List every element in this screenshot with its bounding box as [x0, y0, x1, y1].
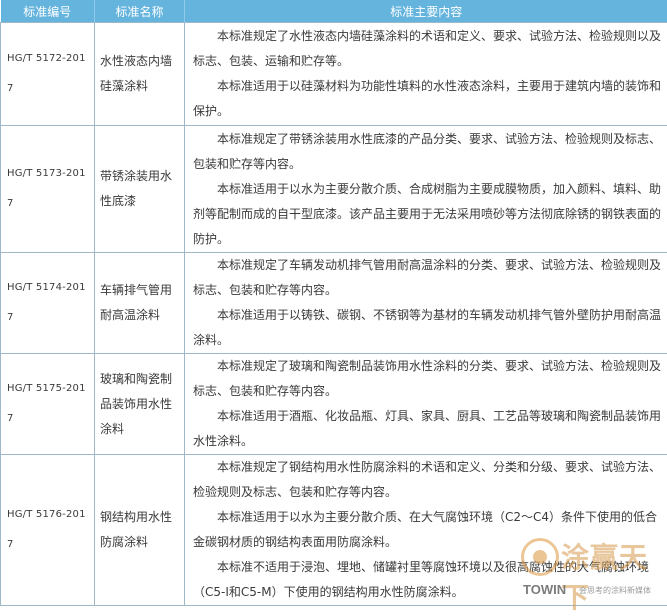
table-header-row: 标准编号 标准名称 标准主要内容 [1, 0, 667, 23]
content-paragraph: 本标准适用于以硅藻材料为功能性填料的水性液态涂料，主要用于建筑内墙的装饰和保护。 [193, 74, 661, 124]
content-paragraph: 本标准适用于以水为主要分散介质、合成树脂为主要成膜物质，加入颜料、填料、助剂等配… [193, 177, 661, 252]
standard-name: 钢结构用水性防腐涂料 [95, 455, 185, 606]
table-row: HG/T 5175-2017 玻璃和陶瓷制品装饰用水性涂料 本标准规定了玻璃和陶… [1, 354, 667, 455]
content-paragraph: 本标准适用于以水为主要分散介质、在大气腐蚀环境（C2～C4）条件下使用的低合金碳… [193, 505, 661, 555]
standard-content: 本标准规定了带锈涂装用水性底漆的产品分类、要求、试验方法、检验规则及标志、包装和… [185, 126, 667, 253]
content-paragraph: 本标准适用于以铸铁、碳钢、不锈钢等为基材的车辆发动机排气管外壁防护用耐高温涂料。 [193, 303, 661, 353]
table-row: HG/T 5174-2017 车辆排气管用耐高温涂料 本标准规定了车辆发动机排气… [1, 253, 667, 354]
content-paragraph: 本标准规定了水性液态内墙硅藻涂料的术语和定义、要求、试验方法、检验规则以及标志、… [193, 24, 661, 74]
standard-code: HG/T 5173-2017 [1, 126, 95, 253]
standard-code: HG/T 5172-2017 [1, 23, 95, 126]
table-row: HG/T 5173-2017 带锈涂装用水性底漆 本标准规定了带锈涂装用水性底漆… [1, 126, 667, 253]
standard-content: 本标准规定了钢结构用水性防腐涂料的术语和定义、分类和分级、要求、试验方法、检验规… [185, 455, 667, 606]
table-row: HG/T 5176-2017 钢结构用水性防腐涂料 本标准规定了钢结构用水性防腐… [1, 455, 667, 606]
standard-name: 带锈涂装用水性底漆 [95, 126, 185, 253]
standard-code: HG/T 5176-2017 [1, 455, 95, 606]
header-standard-code: 标准编号 [1, 0, 95, 23]
standard-content: 本标准规定了水性液态内墙硅藻涂料的术语和定义、要求、试验方法、检验规则以及标志、… [185, 23, 667, 126]
content-paragraph: 本标准规定了钢结构用水性防腐涂料的术语和定义、分类和分级、要求、试验方法、检验规… [193, 455, 661, 505]
standard-code: HG/T 5174-2017 [1, 253, 95, 354]
standard-name: 车辆排气管用耐高温涂料 [95, 253, 185, 354]
standard-code: HG/T 5175-2017 [1, 354, 95, 455]
standard-name: 玻璃和陶瓷制品装饰用水性涂料 [95, 354, 185, 455]
table-row: HG/T 5172-2017 水性液态内墙硅藻涂料 本标准规定了水性液态内墙硅藻… [1, 23, 667, 126]
standard-name: 水性液态内墙硅藻涂料 [95, 23, 185, 126]
content-paragraph: 本标准规定了玻璃和陶瓷制品装饰用水性涂料的分类、要求、试验方法、检验规则及标志、… [193, 354, 661, 404]
header-standard-name: 标准名称 [95, 0, 185, 23]
standard-content: 本标准规定了玻璃和陶瓷制品装饰用水性涂料的分类、要求、试验方法、检验规则及标志、… [185, 354, 667, 455]
standards-table: 标准编号 标准名称 标准主要内容 HG/T 5172-2017 水性液态内墙硅藻… [0, 0, 667, 606]
content-paragraph: 本标准规定了车辆发动机排气管用耐高温涂料的分类、要求、试验方法、检验规则及标志、… [193, 253, 661, 303]
content-paragraph: 本标准不适用于浸泡、埋地、储罐衬里等腐蚀环境以及很高腐蚀性的大气腐蚀环境（C5-… [193, 555, 661, 605]
standard-content: 本标准规定了车辆发动机排气管用耐高温涂料的分类、要求、试验方法、检验规则及标志、… [185, 253, 667, 354]
header-main-content: 标准主要内容 [185, 0, 667, 23]
content-paragraph: 本标准规定了带锈涂装用水性底漆的产品分类、要求、试验方法、检验规则及标志、包装和… [193, 127, 661, 177]
content-paragraph: 本标准适用于酒瓶、化妆品瓶、灯具、家具、厨具、工艺品等玻璃和陶瓷制品装饰用水性涂… [193, 404, 661, 454]
